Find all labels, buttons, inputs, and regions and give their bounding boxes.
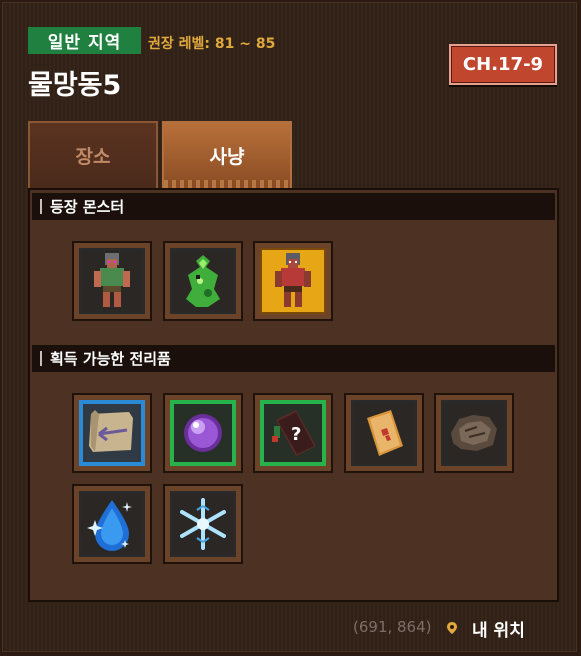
purple-orb-icon — [184, 414, 222, 452]
fur-pelt-icon — [451, 415, 497, 451]
monsters-section-header: 등장 몬스터 — [32, 193, 555, 220]
loot-slot[interactable] — [163, 484, 243, 564]
monster-slot[interactable] — [253, 241, 333, 321]
monster-slot[interactable] — [72, 241, 152, 321]
section-divider-bar — [40, 199, 42, 214]
hunt-panel: 등장 몬스터 획득 가능한 전리품 ? — [28, 188, 559, 602]
region-title: 물망동5 — [28, 70, 122, 101]
svg-text:?: ? — [291, 424, 301, 445]
loot-heading: 획득 가능한 전리품 — [50, 350, 171, 368]
loot-slot[interactable] — [72, 484, 152, 564]
mystery-book-icon: ? — [272, 410, 316, 456]
red-envelope-card-icon — [367, 410, 403, 456]
green-orc-warrior-icon — [94, 253, 130, 307]
red-orc-warrior-icon — [275, 253, 311, 307]
chapter-badge[interactable]: CH.17-9 — [449, 44, 557, 85]
recommended-level: 권장 레벨: 81 ~ 85 — [148, 36, 276, 52]
my-location-button[interactable]: 내 위치 — [472, 616, 525, 641]
section-divider-bar — [40, 351, 42, 366]
loot-slot[interactable]: ? — [253, 393, 333, 473]
blue-water-drop-icon — [87, 500, 132, 551]
green-slime-creature-icon — [186, 255, 220, 307]
monster-slot[interactable] — [163, 241, 243, 321]
monsters-heading: 등장 몬스터 — [50, 198, 125, 216]
zone-type-badge: 일반 지역 — [28, 27, 141, 54]
coordinates-readout: (691, 864) — [353, 618, 432, 636]
region-info-window: 일반 지역 권장 레벨: 81 ~ 85 물망동5 CH.17-9 장소 사냥 … — [2, 2, 577, 652]
scroll-map-icon — [89, 410, 133, 452]
loot-slot[interactable] — [163, 393, 243, 473]
loot-slot[interactable] — [434, 393, 514, 473]
location-pin-icon — [446, 620, 458, 639]
tab-hunt[interactable]: 사냥 — [162, 121, 292, 188]
tab-place[interactable]: 장소 — [28, 121, 158, 188]
loot-section-header: 획득 가능한 전리품 — [32, 345, 555, 372]
loot-slot[interactable] — [72, 393, 152, 473]
loot-slot[interactable] — [344, 393, 424, 473]
ice-snowflake-icon — [180, 498, 226, 550]
